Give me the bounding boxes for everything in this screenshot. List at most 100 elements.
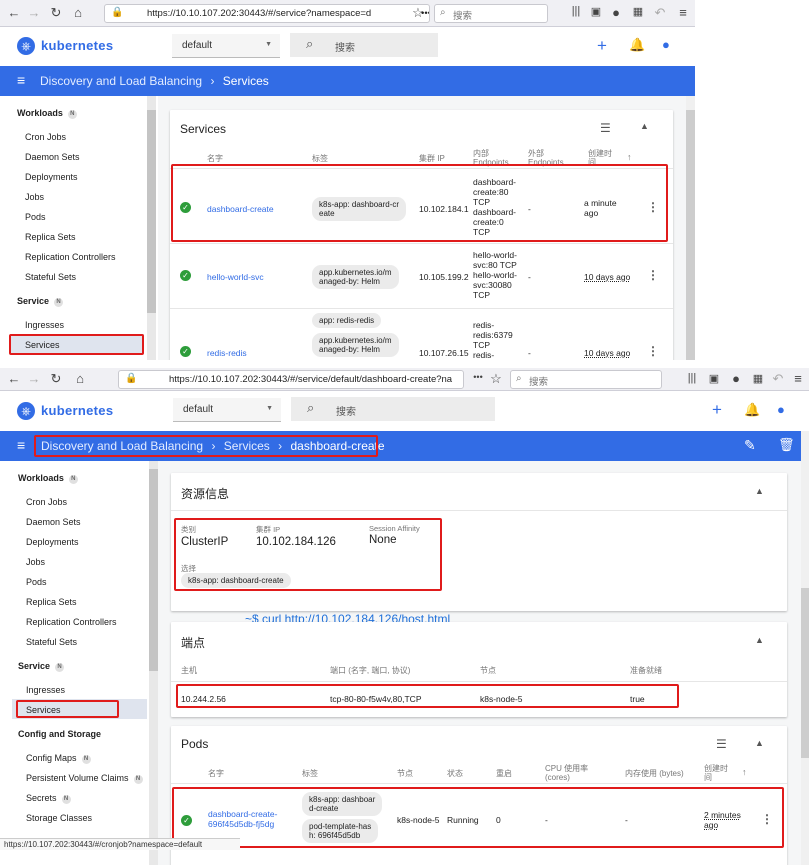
hamburger-menu-icon[interactable]: ≡ — [17, 437, 25, 453]
collapse-icon[interactable]: ▲ — [755, 486, 764, 496]
sidebar-scrollbar-thumb[interactable] — [147, 110, 156, 313]
browser-search[interactable]: ⌕ 搜索 — [510, 370, 662, 389]
cluster-ip: 10.105.199.2 — [419, 272, 469, 282]
more-icon[interactable]: ••• — [468, 372, 488, 382]
service-name-link[interactable]: redis-redis — [207, 348, 247, 358]
sidebar-section-service[interactable]: Service N — [17, 296, 64, 307]
home-icon[interactable]: ⌂ — [72, 371, 88, 386]
row-actions-icon[interactable]: ⋮ — [647, 344, 659, 358]
column-header-memory: 内存使用 (bytes) — [625, 769, 684, 778]
sidebar-item-cron-jobs[interactable]: Cron Jobs — [26, 497, 67, 507]
namespace-select[interactable]: default ▼ — [172, 34, 280, 58]
sidebar-icon[interactable]: ▣ — [706, 372, 722, 385]
sidebar-item-config-maps[interactable]: Config Maps N — [26, 753, 91, 764]
hamburger-menu-icon[interactable]: ≡ — [17, 72, 25, 88]
collapse-icon[interactable]: ▲ — [755, 738, 764, 748]
library-icon[interactable]: ||| — [568, 5, 584, 17]
account-icon[interactable]: ● — [777, 402, 785, 417]
add-icon[interactable]: + — [712, 400, 722, 420]
sidebar-icon[interactable]: ▣ — [588, 5, 604, 18]
add-icon[interactable]: + — [597, 36, 607, 56]
address-bar[interactable]: 🔒 https://10.10.107.202:30443/#/service/… — [118, 370, 464, 389]
sidebar-section-service[interactable]: Service N — [18, 661, 65, 672]
filter-icon[interactable]: ☰ — [716, 737, 727, 751]
namespaced-badge: N — [133, 775, 143, 784]
collapse-icon[interactable]: ▲ — [640, 121, 649, 131]
sidebar-item-deployments[interactable]: Deployments — [25, 172, 78, 182]
sidebar-item-cron-jobs[interactable]: Cron Jobs — [25, 132, 66, 142]
sidebar-item-replication-controllers[interactable]: Replication Controllers — [26, 617, 117, 627]
undo-icon[interactable]: ↶ — [770, 371, 786, 387]
edit-icon[interactable]: ✎ — [744, 437, 756, 454]
sidebar-item-label: Secrets — [26, 793, 57, 803]
forward-icon[interactable]: → — [26, 5, 42, 20]
column-header-name[interactable]: 名字 — [207, 154, 223, 163]
sidebar-item-secrets[interactable]: Secrets N — [26, 793, 71, 804]
menu-icon[interactable]: ≡ — [675, 5, 691, 20]
sidebar-item-storage-classes[interactable]: Storage Classes — [26, 813, 92, 823]
home-icon[interactable]: ⌂ — [70, 5, 86, 20]
sidebar-item-stateful-sets[interactable]: Stateful Sets — [25, 272, 76, 282]
address-bar[interactable]: 🔒 https://10.10.107.202:30443/#/service?… — [104, 4, 430, 23]
app-name[interactable]: kubernetes — [41, 403, 113, 418]
sidebar-item-pods[interactable]: Pods — [25, 212, 46, 222]
sidebar-item-replication-controllers[interactable]: Replication Controllers — [25, 252, 116, 262]
collapse-icon[interactable]: ▲ — [755, 635, 764, 645]
row-actions-icon[interactable]: ⋮ — [647, 268, 659, 282]
sidebar-section-config[interactable]: Config and Storage — [18, 729, 101, 739]
reload-icon[interactable]: ↻ — [48, 5, 64, 21]
sort-arrow-icon[interactable]: ↑ — [627, 153, 632, 162]
app-name[interactable]: kubernetes — [41, 38, 113, 53]
sidebar-item-pods[interactable]: Pods — [26, 577, 47, 587]
sidebar-item-daemon-sets[interactable]: Daemon Sets — [26, 517, 81, 527]
sidebar-item-replica-sets[interactable]: Replica Sets — [25, 232, 76, 242]
content-scrollbar-thumb[interactable] — [801, 588, 809, 758]
highlight-box — [172, 787, 784, 848]
sort-arrow-icon[interactable]: ↑ — [742, 768, 747, 777]
library-icon[interactable]: ||| — [684, 372, 700, 384]
sidebar-item-jobs[interactable]: Jobs — [25, 192, 44, 202]
extension-icon[interactable]: ● — [728, 371, 744, 386]
sidebar-item-stateful-sets[interactable]: Stateful Sets — [26, 637, 77, 647]
back-icon[interactable]: ← — [6, 5, 22, 20]
search-input[interactable]: ⌕ 搜索 — [290, 33, 438, 57]
sidebar-scrollbar-thumb[interactable] — [149, 469, 158, 671]
service-name-link[interactable]: hello-world-svc — [207, 272, 264, 282]
screenshot-icon[interactable]: ▦ — [750, 372, 766, 385]
sidebar-item-replica-sets[interactable]: Replica Sets — [26, 597, 77, 607]
highlight-box — [174, 518, 442, 591]
filter-icon[interactable]: ☰ — [600, 121, 611, 135]
search-input[interactable]: ⌕ 搜索 — [291, 397, 495, 421]
screenshot-icon[interactable]: ▦ — [630, 5, 646, 18]
sidebar-item-jobs[interactable]: Jobs — [26, 557, 45, 567]
undo-icon[interactable]: ↶ — [652, 5, 668, 21]
bookmark-star-icon[interactable]: ☆ — [410, 5, 426, 21]
content-scrollbar-thumb[interactable] — [686, 110, 695, 360]
browser-toolbar: ← → ↻ ⌂ 🔒 https://10.10.107.202:30443/#/… — [0, 368, 809, 391]
sidebar-item-ingresses[interactable]: Ingresses — [26, 685, 65, 695]
bookmark-star-icon[interactable]: ☆ — [488, 371, 504, 387]
delete-icon[interactable]: 🗑 — [778, 437, 795, 453]
namespace-select[interactable]: default ▼ — [173, 398, 281, 422]
highlight-box — [176, 684, 679, 708]
menu-icon[interactable]: ≡ — [790, 371, 806, 386]
column-header-created[interactable]: 创建时 间 — [704, 764, 728, 782]
notifications-icon[interactable]: 🔔 — [744, 402, 760, 418]
back-icon[interactable]: ← — [6, 371, 22, 386]
sidebar-section-workloads[interactable]: Workloads N — [18, 473, 78, 484]
breadcrumb-item[interactable]: Discovery and Load Balancing — [40, 74, 202, 88]
forward-icon[interactable]: → — [26, 371, 42, 386]
highlight-box — [171, 164, 668, 242]
sidebar-item-ingresses[interactable]: Ingresses — [25, 320, 64, 330]
extension-icon[interactable]: ● — [608, 5, 624, 20]
account-icon[interactable]: ● — [662, 37, 670, 52]
sidebar-item-pvc[interactable]: Persistent Volume Claims N — [26, 773, 143, 784]
sidebar-item-deployments[interactable]: Deployments — [26, 537, 79, 547]
reload-icon[interactable]: ↻ — [48, 371, 64, 387]
notifications-icon[interactable]: 🔔 — [629, 37, 645, 53]
sidebar-item-daemon-sets[interactable]: Daemon Sets — [25, 152, 80, 162]
sidebar-section-workloads[interactable]: Workloads N — [17, 108, 77, 119]
card-title: Services — [180, 122, 227, 136]
column-header-name[interactable]: 名字 — [208, 769, 224, 778]
browser-search[interactable]: ⌕ 搜索 — [434, 4, 548, 23]
